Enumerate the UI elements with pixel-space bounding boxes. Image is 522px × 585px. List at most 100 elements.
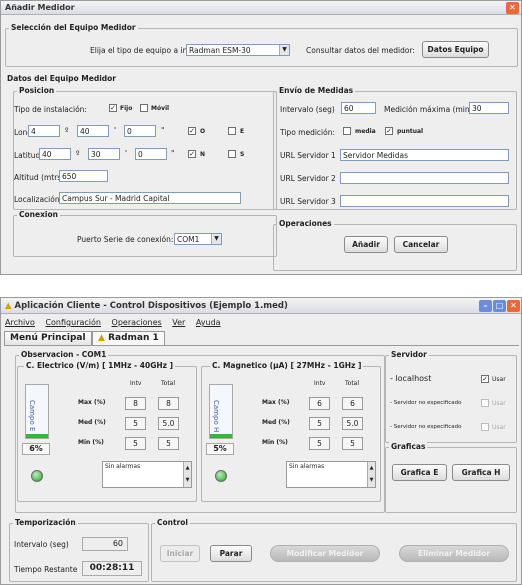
fijo-checkbox[interactable]: ✓ — [109, 104, 117, 112]
deg-sign: º — [76, 149, 80, 158]
s-checkbox[interactable] — [228, 150, 236, 158]
med-label: Med (%) — [262, 419, 290, 426]
scroll-arrows-icon[interactable]: ▲ ▼ — [367, 462, 375, 487]
longitude-min-input[interactable]: 40 — [77, 125, 109, 137]
menu-ayuda[interactable]: Ayuda — [196, 318, 221, 327]
e-min-intv: 5 — [125, 437, 146, 450]
parar-button[interactable]: Parar — [210, 545, 252, 562]
max-label: Max (%) — [78, 399, 106, 406]
cancel-button[interactable]: Cancelar — [394, 236, 448, 253]
e-max-intv: 8 — [125, 397, 146, 410]
group-title: Servidor — [389, 350, 429, 359]
timing-interval-value: 60 — [82, 537, 128, 551]
menu-archivo[interactable]: Archivo — [5, 318, 35, 327]
med-label: Med (%) — [78, 419, 106, 426]
intv-header: Intv — [314, 380, 326, 387]
add-meter-dialog: Añadir Medidor ✕ Selección del Equipo Me… — [0, 0, 522, 275]
dialog-title: Añadir Medidor — [1, 1, 521, 15]
group-title: Observacion - COM1 — [19, 350, 109, 359]
group-title: C. Electrico (V/m) [ 1MHz - 40GHz ] — [24, 361, 176, 370]
grafica-e-button[interactable]: Grafica E — [392, 464, 447, 481]
menu-ver[interactable]: Ver — [172, 318, 185, 327]
total-header: Total — [345, 380, 360, 387]
longitude-sec-input[interactable]: 0 — [124, 125, 156, 137]
interval-input[interactable]: 60 — [341, 102, 376, 114]
port-label: Puerto Serie de conexión: — [77, 235, 174, 244]
url3-label: URL Servidor 3 — [280, 197, 336, 206]
connection-group: Conexion Puerto Serie de conexión: COM1 ▼ — [13, 210, 277, 257]
h-med-total: 5.0 — [342, 417, 363, 430]
min-sign: ' — [114, 126, 117, 135]
server-localhost: - localhost — [390, 374, 432, 383]
add-button[interactable]: Añadir — [344, 236, 388, 253]
e-max-total: 8 — [158, 397, 179, 410]
group-title: C. Magnetico (µA) [ 27MHz - 1GHz ] — [210, 361, 364, 370]
remaining-value: 00:28:11 — [82, 561, 142, 576]
minimize-icon[interactable]: – — [479, 300, 492, 312]
h-med-intv: 5 — [309, 417, 330, 430]
datos-equipo-button[interactable]: Datos Equipo — [422, 41, 489, 58]
altitude-input[interactable]: 650 — [59, 170, 108, 182]
campo-h-label: Campo H — [212, 400, 220, 433]
o-checkbox[interactable]: ✓ — [188, 127, 196, 135]
chevron-down-icon: ▼ — [279, 45, 289, 55]
url1-input[interactable]: Servidor Medidas — [340, 149, 509, 161]
usar-checkbox-1[interactable]: ✓ — [481, 375, 489, 383]
usar-label: Usar — [492, 376, 506, 383]
eliminar-medidor-button[interactable]: Eliminar Medidor — [399, 545, 509, 562]
group-title: Selección del Equipo Medidor — [9, 23, 138, 32]
e-checkbox[interactable] — [228, 127, 236, 135]
longitude-deg-input[interactable]: 4 — [28, 125, 60, 137]
server-3: - Servidor no especificado — [390, 424, 462, 430]
port-select[interactable]: COM1 ▼ — [174, 233, 222, 245]
puntual-checkbox[interactable]: ✓ — [385, 127, 393, 135]
location-input[interactable]: Campus Sur - Madrid Capital — [59, 192, 241, 204]
gauge-fill — [26, 433, 48, 438]
e-label: E — [240, 128, 245, 135]
tab-radman-1[interactable]: ▲ Radman 1 — [92, 331, 165, 345]
server-group: Servidor - localhost ✓ Usar - Servidor no… — [385, 350, 517, 443]
o-label: O — [200, 128, 206, 135]
e-min-total: 5 — [158, 437, 179, 450]
electric-field-group: C. Electrico (V/m) [ 1MHz - 40GHz ] Camp… — [17, 361, 197, 502]
menu-configuracion[interactable]: Configuración — [45, 318, 101, 327]
usar-label: Usar — [492, 400, 506, 407]
modificar-medidor-button[interactable]: Modificar Medidor — [270, 545, 380, 562]
latitude-deg-input[interactable]: 40 — [39, 148, 71, 160]
latitude-min-input[interactable]: 30 — [88, 148, 120, 160]
url3-input[interactable] — [340, 195, 509, 207]
usar-checkbox-3 — [481, 423, 489, 431]
h-percent: 5% — [206, 443, 234, 455]
close-icon[interactable]: ✕ — [506, 2, 519, 14]
n-checkbox[interactable]: ✓ — [188, 150, 196, 158]
menu-operaciones[interactable]: Operaciones — [112, 318, 162, 327]
timing-group: Temporización Intervalo (seg) 60 Tiempo … — [9, 518, 149, 582]
consult-label: Consultar datos del medidor: — [306, 46, 415, 55]
timing-interval-label: Intervalo (seg) — [14, 540, 69, 549]
tab-menu-principal[interactable]: Menú Principal — [4, 331, 92, 345]
altitude-label: Altitud (mtrs) — [14, 173, 65, 182]
url2-input[interactable] — [340, 172, 509, 184]
scroll-arrows-icon[interactable]: ▲ ▼ — [183, 462, 191, 487]
magnetic-field-group: C. Magnetico (µA) [ 27MHz - 1GHz ] Campo… — [201, 361, 381, 502]
sec-sign: " — [171, 149, 175, 158]
h-alarm-area[interactable]: Sin alarmas ▲ ▼ — [286, 461, 376, 488]
e-alarm-area[interactable]: Sin alarmas ▲ ▼ — [102, 461, 192, 488]
maximize-icon[interactable]: □ — [493, 300, 506, 312]
group-title: Temporización — [13, 518, 78, 527]
h-min-intv: 5 — [309, 437, 330, 450]
grafica-h-button[interactable]: Grafica H — [452, 464, 510, 481]
group-title: Envío de Medidas — [277, 86, 356, 95]
campo-e-label: Campo E — [28, 400, 36, 432]
movil-checkbox[interactable] — [140, 104, 148, 112]
group-title: Conexion — [17, 210, 60, 219]
latitude-sec-input[interactable]: 0 — [135, 148, 167, 160]
media-checkbox[interactable] — [343, 127, 351, 135]
app-logo-icon: ▲ — [5, 301, 12, 311]
chevron-down-icon: ▼ — [211, 234, 221, 244]
iniciar-button[interactable]: Iniciar — [160, 545, 200, 562]
equipment-select[interactable]: Radman ESM-30 ▼ — [186, 44, 290, 56]
close-icon[interactable]: ✕ — [507, 300, 520, 312]
max-measure-input[interactable]: 30 — [469, 102, 509, 114]
deg-sign: º — [65, 126, 69, 135]
